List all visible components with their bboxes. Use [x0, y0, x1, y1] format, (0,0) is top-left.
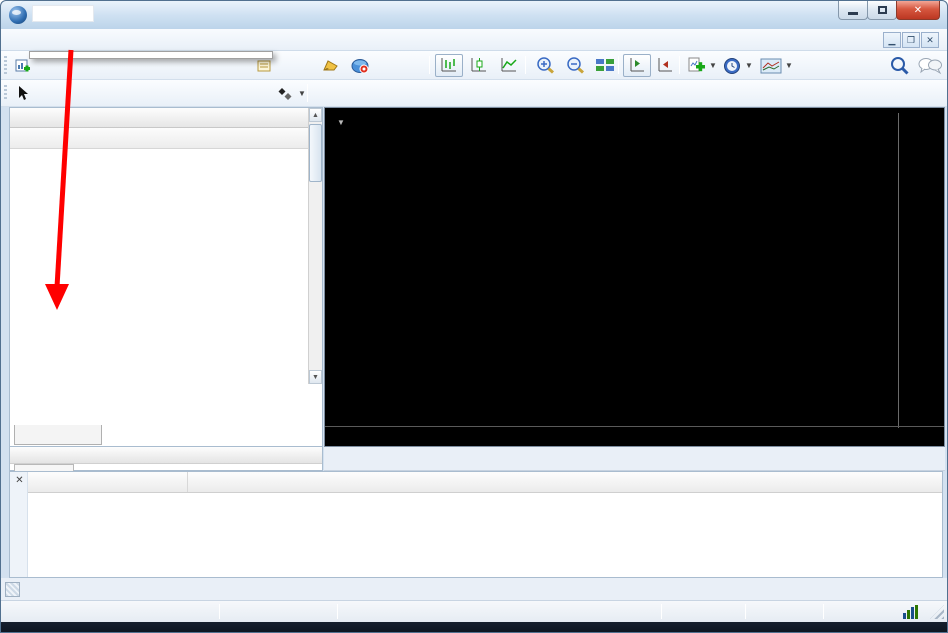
chart-shift-icon: [655, 57, 675, 74]
toolbar-charts: ▼: [1, 80, 947, 107]
metaeditor-button[interactable]: [317, 54, 345, 77]
status-separator: [219, 604, 220, 619]
mdi-minimize-button[interactable]: ▁: [883, 32, 901, 48]
navigator-panel-title: [10, 446, 322, 464]
status-bar: [1, 600, 947, 622]
market-watch-title: [10, 108, 322, 128]
scroll-down-icon[interactable]: ▼: [309, 370, 322, 384]
indicators-icon: [688, 57, 706, 74]
menu-bar: ▁ ❐ ✕: [1, 29, 947, 51]
auto-trading-button[interactable]: [347, 54, 375, 77]
new-chart-icon: [15, 58, 32, 74]
templates-icon: [760, 58, 782, 74]
redacted-area: [32, 5, 94, 22]
zoom-in-button[interactable]: [531, 54, 561, 77]
toolbar-gripper[interactable]: [4, 56, 7, 74]
search-icon: [889, 56, 911, 76]
connection-status-icon: [903, 605, 919, 619]
chart-shift-button[interactable]: [651, 54, 679, 77]
toolbar-separator: [307, 84, 308, 102]
column-message[interactable]: [188, 472, 942, 492]
dropdown-arrow-icon: ▼: [785, 61, 793, 70]
restore-button[interactable]: [867, 1, 897, 20]
periods-clock-icon: [723, 57, 742, 75]
time-scale[interactable]: [325, 426, 944, 446]
minimize-button[interactable]: [838, 1, 868, 20]
file-menu-popup: [29, 51, 273, 59]
status-separator: [823, 604, 824, 619]
chart-window[interactable]: ▼: [324, 107, 945, 447]
zoom-out-icon: [565, 56, 587, 75]
market-watch-tab-symbols[interactable]: [14, 425, 102, 445]
candlestick-icon: [469, 57, 489, 74]
zoom-out-button[interactable]: [561, 54, 591, 77]
dropdown-arrow-icon: ▼: [745, 61, 753, 70]
close-icon: ✕: [914, 5, 922, 16]
terminal-tab-bar: [1, 578, 947, 600]
price-chart[interactable]: [332, 113, 898, 428]
toolbar-separator: [525, 56, 526, 74]
resize-grip[interactable]: [930, 605, 944, 619]
periods-button[interactable]: ▼: [719, 54, 757, 77]
zoom-in-icon: [535, 56, 557, 75]
column-time[interactable]: [28, 472, 188, 492]
candlestick-mode-button[interactable]: [465, 54, 493, 77]
templates-button[interactable]: ▼: [756, 54, 797, 77]
line-chart-mode-button[interactable]: [495, 54, 523, 77]
toolbar-separator: [679, 56, 680, 74]
indicators-button[interactable]: ▼: [684, 54, 721, 77]
dropdown-arrow-icon: ▼: [298, 89, 306, 98]
status-separator: [661, 604, 662, 619]
cycle-tool-button[interactable]: ▼: [273, 82, 310, 105]
minimize-icon: [848, 12, 858, 15]
close-button[interactable]: ✕: [896, 1, 940, 20]
window-frame-bottom: [1, 622, 947, 633]
mdi-close-button[interactable]: ✕: [921, 32, 939, 48]
app-logo-icon: [9, 6, 27, 24]
bar-chart-mode-button[interactable]: [435, 54, 463, 77]
scrollbar-thumb[interactable]: [309, 124, 322, 182]
bar-chart-icon: [439, 57, 459, 74]
restore-icon: [878, 6, 887, 14]
toolbar-separator: [429, 56, 430, 74]
auto-scroll-icon: [627, 57, 647, 74]
auto-scroll-button[interactable]: [623, 54, 651, 77]
status-separator: [337, 604, 338, 619]
chart-dropdown-icon[interactable]: ▼: [337, 118, 345, 127]
market-watch-header: [10, 128, 322, 149]
application-window: ✕ ▁ ❐ ✕: [0, 0, 948, 633]
chart-tab-bar: [324, 447, 945, 471]
chat-button[interactable]: [913, 54, 947, 77]
terminal-close-icon[interactable]: ✕: [13, 474, 26, 487]
toolbar-separator: [618, 56, 619, 74]
status-separator: [745, 604, 746, 619]
terminal-rail: ✕: [10, 472, 28, 577]
tile-windows-icon: [595, 57, 615, 74]
new-order-icon: [257, 58, 275, 74]
line-chart-icon: [499, 57, 519, 74]
terminal-panel: ✕: [9, 471, 943, 578]
cursor-arrow-icon: [15, 85, 31, 102]
tile-windows-button[interactable]: [591, 54, 619, 77]
scroll-up-icon[interactable]: ▲: [309, 108, 322, 122]
terminal-header: [28, 472, 942, 493]
price-scale[interactable]: [898, 113, 944, 428]
search-button[interactable]: [885, 54, 915, 77]
auto-trading-icon: [351, 57, 371, 75]
chart-symbol-label: ▼: [337, 116, 354, 128]
toolbar-gripper[interactable]: [4, 85, 7, 101]
metaeditor-icon: [321, 57, 341, 75]
market-watch-scrollbar[interactable]: ▲ ▼: [308, 108, 322, 384]
dropdown-arrow-icon: ▼: [709, 61, 717, 70]
terminal-dock-icon[interactable]: [5, 582, 20, 597]
market-watch-panel: ▲ ▼: [9, 107, 323, 471]
cursor-button[interactable]: [11, 82, 35, 105]
title-bar[interactable]: ✕: [1, 1, 947, 29]
mdi-restore-button[interactable]: ❐: [902, 32, 920, 48]
cycle-tool-icon: [277, 86, 295, 102]
chat-bubbles-icon: [917, 56, 943, 76]
